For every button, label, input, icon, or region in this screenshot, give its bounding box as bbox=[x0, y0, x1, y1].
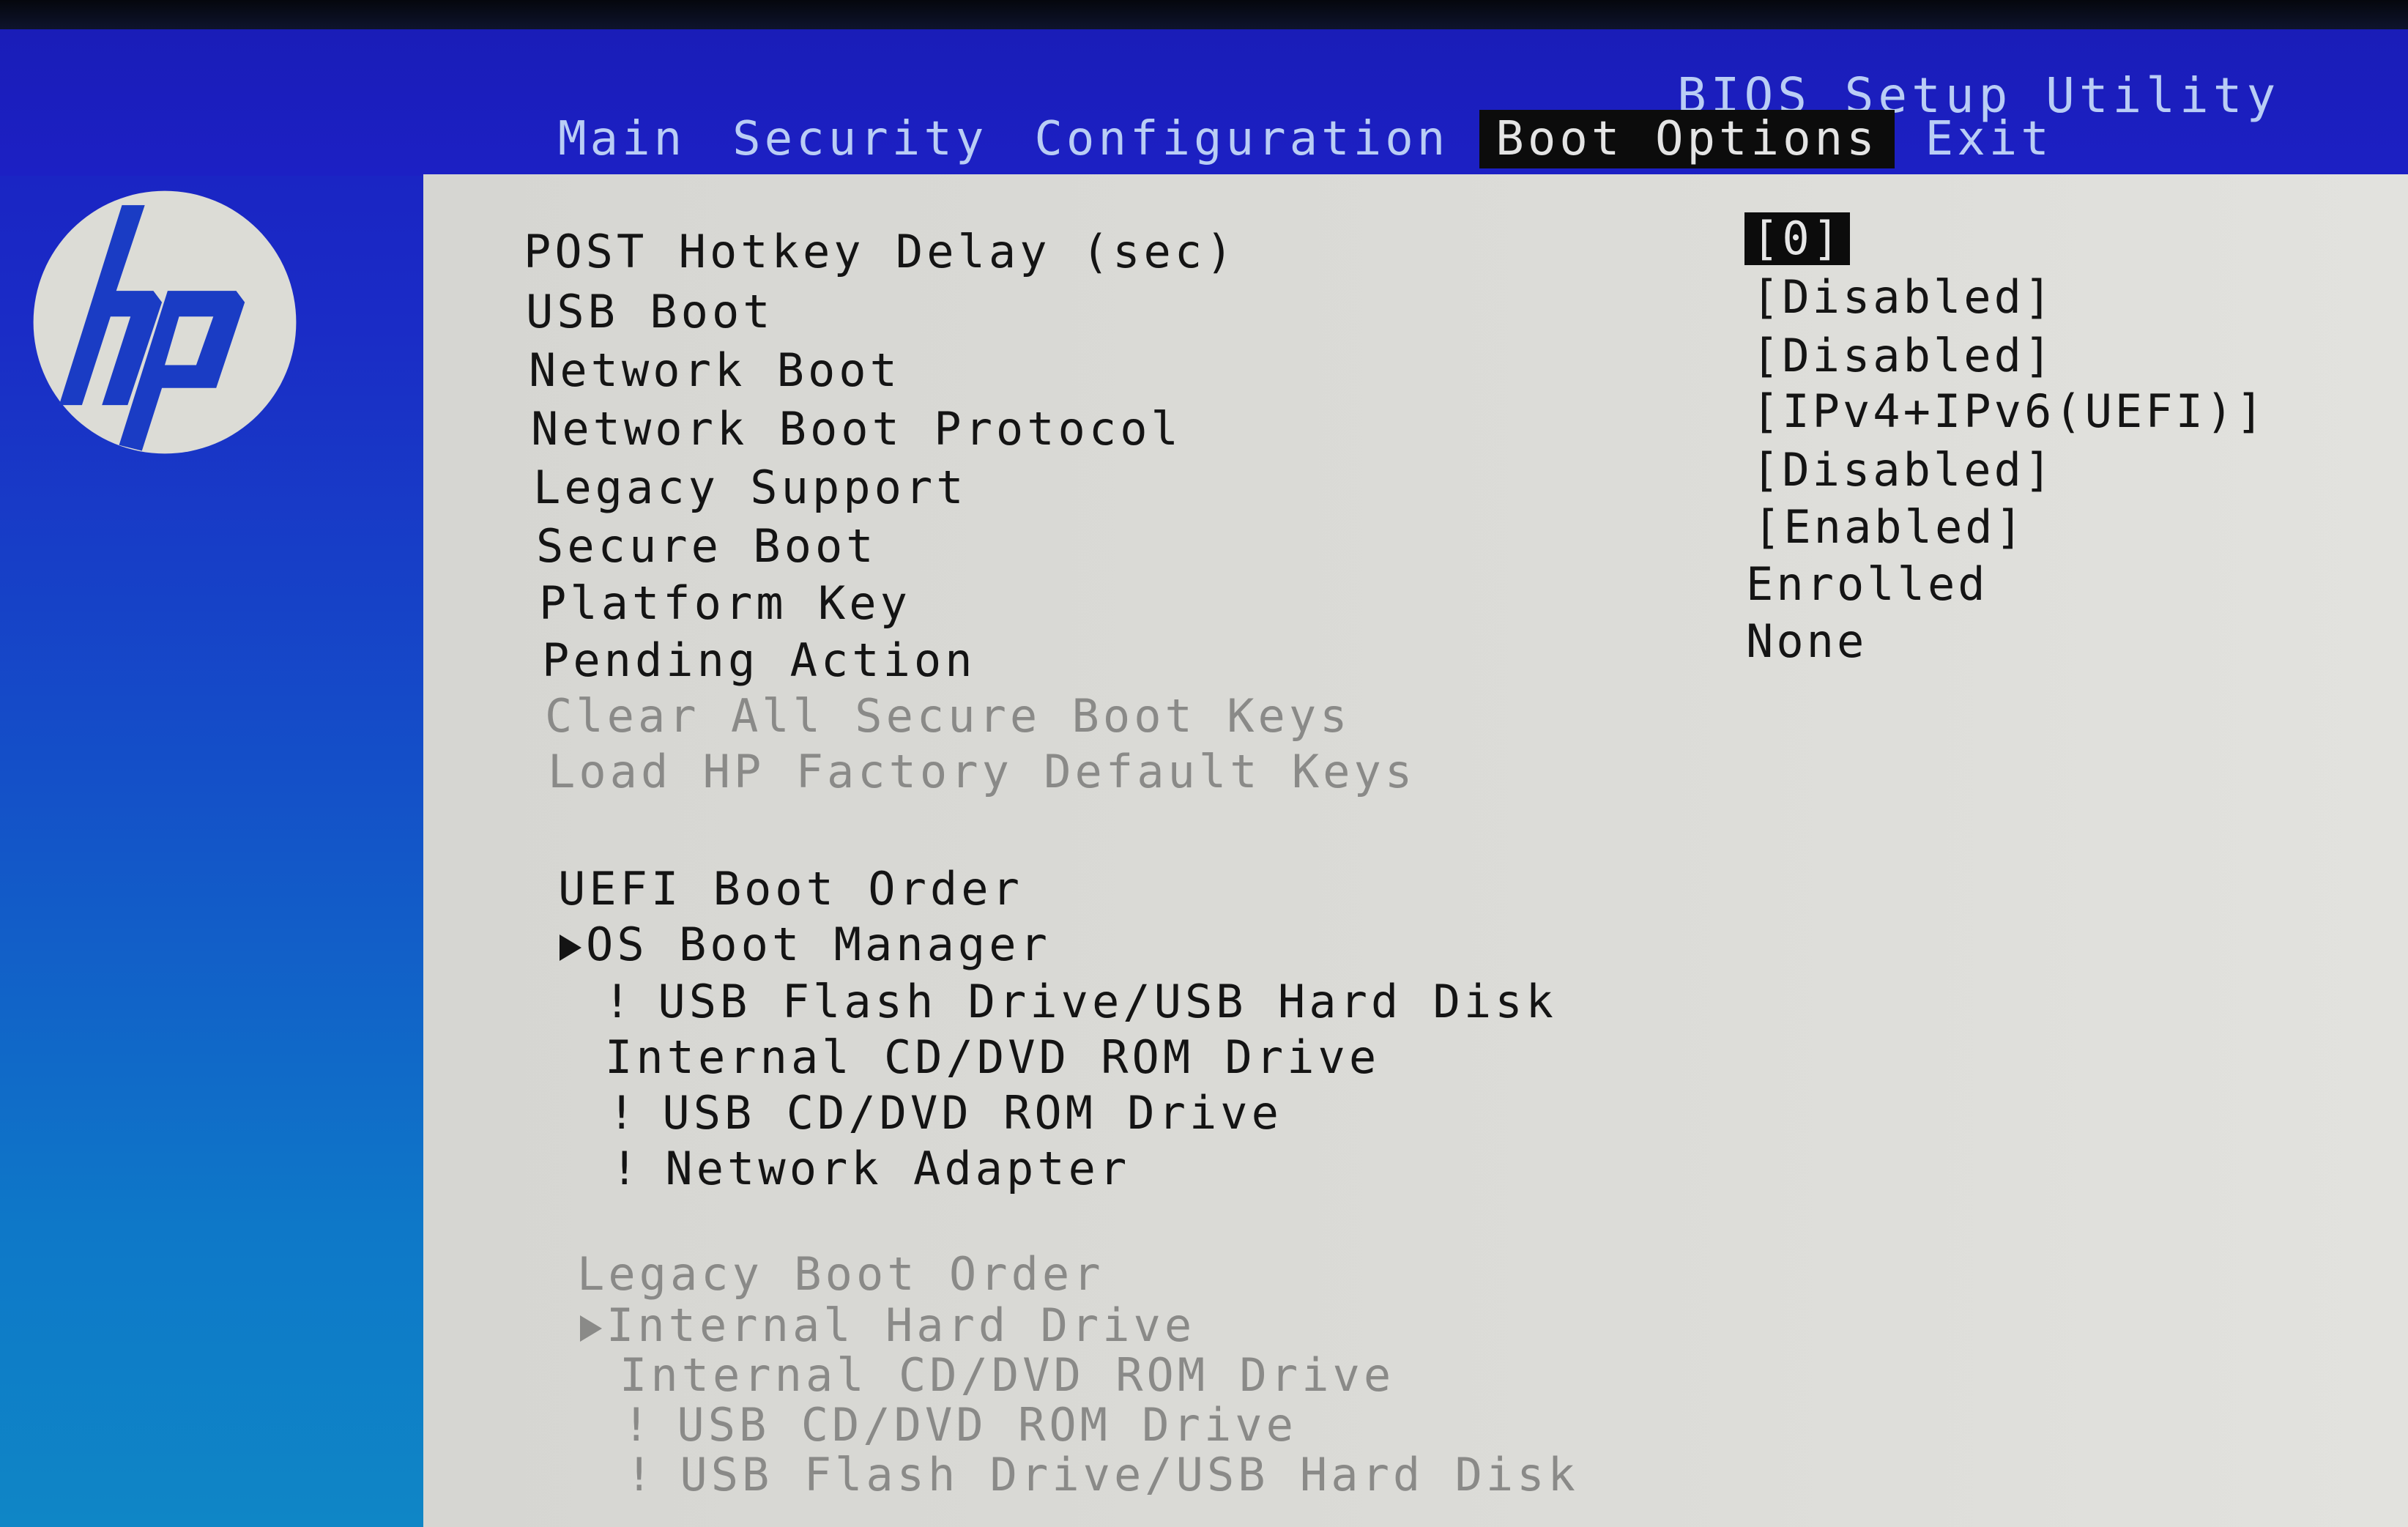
value-secure-boot[interactable]: [Enabled] bbox=[1753, 501, 2026, 554]
uefi-boot-item[interactable]: ! USB Flash Drive/USB Hard Disk bbox=[603, 976, 1557, 1028]
setting-legacy-support[interactable]: Legacy Support bbox=[533, 461, 967, 514]
setting-post-hotkey-delay[interactable]: POST Hotkey Delay (sec) bbox=[524, 226, 1237, 278]
hp-logo-icon bbox=[33, 190, 297, 454]
legacy-boot-item: Internal Hard Drive bbox=[580, 1299, 1195, 1352]
legacy-boot-item: ! USB Flash Drive/USB Hard Disk bbox=[625, 1449, 1579, 1501]
uefi-boot-order-heading: UEFI Boot Order bbox=[558, 862, 1023, 915]
legacy-boot-order-heading: Legacy Boot Order bbox=[577, 1247, 1104, 1301]
legacy-boot-item: Internal CD/DVD ROM Drive bbox=[620, 1349, 1394, 1402]
tab-exit[interactable]: Exit bbox=[1909, 110, 2069, 168]
uefi-boot-item[interactable]: ! Network Adapter bbox=[611, 1143, 1130, 1195]
uefi-boot-item-label: OS Boot Manager bbox=[586, 918, 1051, 971]
value-network-boot[interactable]: [Disabled] bbox=[1752, 330, 2054, 382]
uefi-boot-item[interactable]: ! USB CD/DVD ROM Drive bbox=[608, 1087, 1282, 1140]
value-post-hotkey-delay[interactable]: [0] bbox=[1744, 212, 1850, 265]
legacy-boot-item-label: USB Flash Drive/USB Hard Disk bbox=[680, 1448, 1579, 1501]
unavailable-marker: ! bbox=[608, 1086, 639, 1140]
value-pending-action: None bbox=[1746, 614, 1868, 668]
unavailable-marker: ! bbox=[623, 1398, 654, 1452]
legacy-boot-item-label: Internal CD/DVD ROM Drive bbox=[620, 1348, 1395, 1402]
unavailable-marker: ! bbox=[603, 975, 635, 1028]
value-legacy-support[interactable]: [Disabled] bbox=[1752, 444, 2054, 497]
unavailable-marker: ! bbox=[611, 1142, 642, 1195]
uefi-boot-item-label: USB CD/DVD ROM Drive bbox=[662, 1086, 1282, 1140]
action-load-factory-default-keys: Load HP Factory Default Keys bbox=[548, 745, 1416, 798]
tab-boot-options[interactable]: Boot Options bbox=[1479, 110, 1895, 168]
setting-secure-boot[interactable]: Secure Boot bbox=[536, 520, 877, 573]
uefi-boot-item[interactable]: OS Boot Manager bbox=[560, 918, 1051, 971]
unavailable-marker: ! bbox=[625, 1448, 657, 1501]
legacy-boot-item-label: Internal Hard Drive bbox=[606, 1298, 1196, 1352]
uefi-boot-item[interactable]: Internal CD/DVD ROM Drive bbox=[605, 1031, 1380, 1084]
uefi-boot-item-label: Internal CD/DVD ROM Drive bbox=[605, 1030, 1380, 1084]
tab-configuration[interactable]: Configuration bbox=[1018, 110, 1465, 168]
current-item-arrow-icon bbox=[580, 1315, 602, 1342]
monitor-bezel bbox=[0, 0, 2408, 32]
value-platform-key: Enrolled bbox=[1746, 557, 1988, 611]
setting-pending-action: Pending Action bbox=[542, 634, 976, 687]
setting-platform-key: Platform Key bbox=[539, 576, 911, 630]
setting-usb-boot[interactable]: USB Boot bbox=[526, 286, 774, 338]
tab-main[interactable]: Main bbox=[542, 110, 702, 168]
uefi-boot-item-label: Network Adapter bbox=[665, 1142, 1131, 1195]
value-network-boot-protocol[interactable]: [IPv4+IPv6(UEFI)] bbox=[1752, 385, 2267, 438]
tab-bar: Main Security Configuration Boot Options… bbox=[542, 110, 2084, 168]
action-clear-secure-boot-keys: Clear All Secure Boot Keys bbox=[545, 689, 1351, 743]
setting-network-boot-protocol[interactable]: Network Boot Protocol bbox=[531, 403, 1182, 456]
legacy-boot-item: ! USB CD/DVD ROM Drive bbox=[623, 1399, 1297, 1452]
current-item-arrow-icon bbox=[560, 934, 581, 961]
value-usb-boot[interactable]: [Disabled] bbox=[1752, 271, 2054, 324]
tab-security[interactable]: Security bbox=[716, 110, 1003, 168]
uefi-boot-item-label: USB Flash Drive/USB Hard Disk bbox=[658, 975, 1557, 1028]
legacy-boot-item-label: USB CD/DVD ROM Drive bbox=[677, 1398, 1297, 1452]
setting-network-boot[interactable]: Network Boot bbox=[529, 344, 901, 397]
